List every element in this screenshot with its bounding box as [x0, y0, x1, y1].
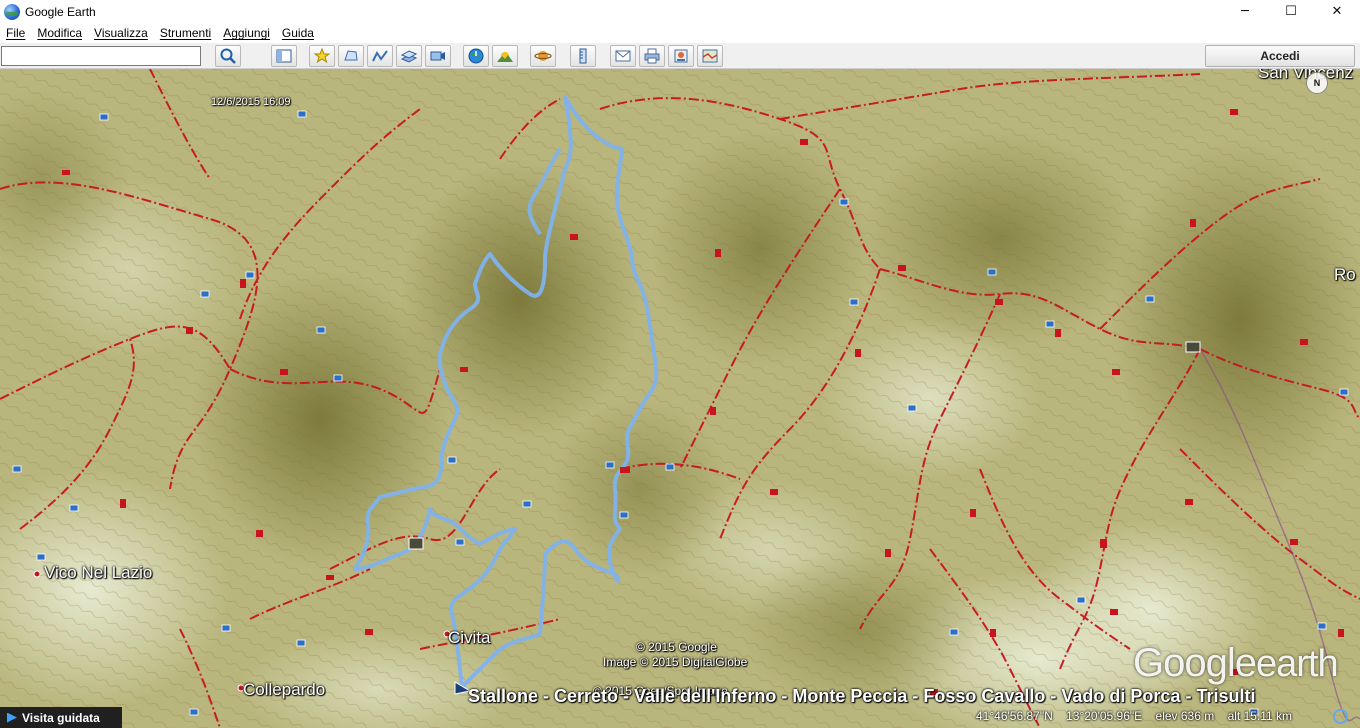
tour-icon	[430, 51, 445, 61]
menu-modifica[interactable]: Modifica	[31, 26, 88, 40]
email-button[interactable]	[610, 45, 636, 67]
search-input[interactable]	[1, 46, 201, 66]
overlay-icon	[400, 50, 418, 63]
coordinate-readout: 41°46'56.87"N 13°20'05.96"E elev 636 m a…	[976, 709, 1302, 723]
minimize-button[interactable]: ─	[1222, 0, 1268, 23]
longitude: 13°20'05.96"E	[1066, 709, 1143, 723]
sunlight-icon	[497, 52, 513, 62]
record-tour-button[interactable]	[425, 45, 451, 67]
menu-strumenti[interactable]: Strumenti	[154, 26, 217, 40]
menu-visualizza[interactable]: Visualizza	[88, 26, 154, 40]
place-label-collepardo: Collepardo	[243, 680, 326, 699]
view-in-maps-button[interactable]	[697, 45, 723, 67]
watermark-earth: earth	[1255, 643, 1339, 685]
print-button[interactable]	[639, 45, 665, 67]
search-icon	[220, 48, 236, 64]
planet-icon	[534, 51, 552, 61]
add-polygon-button[interactable]	[338, 45, 364, 67]
polygon-icon	[344, 50, 358, 61]
loading-spinner-icon	[1333, 709, 1348, 724]
place-label-vico-nel-lazio: Vico Nel Lazio	[44, 563, 153, 582]
historical-imagery-button[interactable]	[463, 45, 489, 67]
guided-tour-label: Visita guidata	[22, 710, 100, 725]
menu-file[interactable]: File	[0, 26, 31, 40]
tour-title: Stallone - Cerreto - Valle dell'Inferno …	[468, 686, 1256, 706]
menu-guida[interactable]: Guida	[276, 26, 320, 40]
google-earth-watermark: Googleearth	[1133, 641, 1339, 686]
path-icon	[372, 50, 388, 62]
placemark-icon	[313, 47, 331, 64]
close-button[interactable]: ✕	[1314, 0, 1360, 23]
map-view[interactable]: 12/6/2015 16:09 San Vincenz Ro Vico Nel …	[0, 69, 1360, 728]
latitude: 41°46'56.87"N	[976, 709, 1053, 723]
play-icon	[7, 712, 17, 723]
elevation: elev 636 m	[1155, 709, 1215, 723]
copyright-google: © 2015 Google	[636, 640, 717, 654]
save-image-button[interactable]	[668, 45, 694, 67]
menu-aggiungi[interactable]: Aggiungi	[217, 26, 276, 40]
guided-tour-button[interactable]: Visita guidata	[0, 707, 122, 728]
email-icon	[615, 50, 631, 62]
title-bar: Google Earth ─ ☐ ✕	[0, 0, 1360, 23]
maximize-button[interactable]: ☐	[1268, 0, 1314, 23]
add-path-button[interactable]	[367, 45, 393, 67]
compass-north-icon[interactable]: N	[1306, 72, 1328, 94]
imagery-timestamp: 12/6/2015 16:09	[211, 96, 291, 108]
sign-in-button[interactable]: Accedi	[1205, 45, 1355, 67]
maps-icon	[702, 49, 718, 63]
menu-bar: File Modifica Visualizza Strumenti Aggiu…	[0, 23, 1360, 43]
google-earth-window: Google Earth ─ ☐ ✕ File Modifica Visuali…	[0, 0, 1360, 728]
copyright-digitalglobe: Image © 2015 DigitalGlobe	[603, 655, 748, 669]
historical-imagery-icon	[468, 48, 484, 64]
watermark-google: Google	[1133, 641, 1257, 685]
toolbar: Accedi	[0, 43, 1360, 69]
print-icon	[644, 48, 660, 64]
window-controls: ─ ☐ ✕	[1222, 0, 1360, 23]
ruler-button[interactable]	[570, 45, 596, 67]
sidebar-toggle-button[interactable]	[271, 45, 297, 67]
add-overlay-button[interactable]	[396, 45, 422, 67]
ruler-icon	[579, 48, 587, 64]
sidebar-icon	[276, 49, 292, 63]
altitude: alt 15.11 km	[1227, 709, 1293, 723]
save-image-icon	[674, 49, 688, 63]
window-title: Google Earth	[25, 4, 96, 19]
search-button[interactable]	[215, 45, 241, 67]
google-earth-logo-icon	[4, 3, 20, 20]
place-label-ro: Ro	[1334, 265, 1356, 284]
place-label-civita: Civita	[448, 628, 491, 647]
add-placemark-button[interactable]	[309, 45, 335, 67]
sunlight-button[interactable]	[492, 45, 518, 67]
terrain-map	[0, 69, 1360, 728]
switch-planet-button[interactable]	[530, 45, 556, 67]
